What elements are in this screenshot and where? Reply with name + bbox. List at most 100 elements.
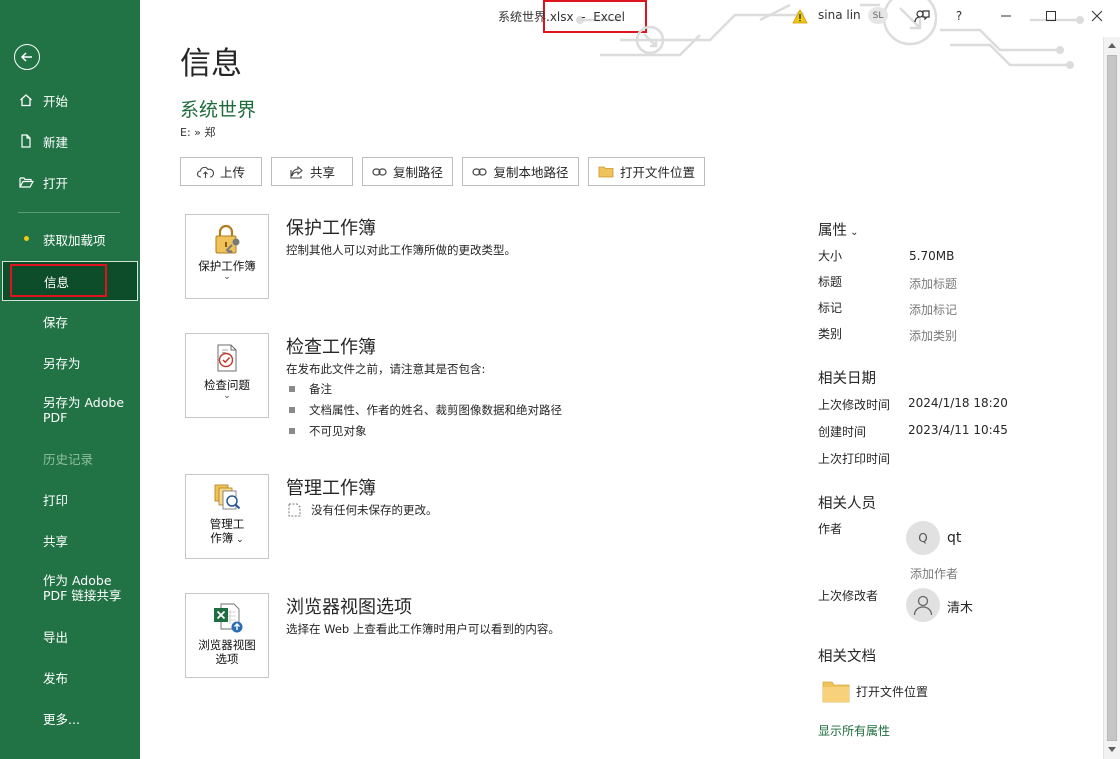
sidebar-item-label: 获取加载项: [43, 232, 106, 248]
sidebar-item-save-as[interactable]: 另存为: [0, 342, 140, 382]
sidebar-item-info[interactable]: 信息: [2, 261, 138, 301]
related-people-header: 相关人员: [818, 496, 876, 512]
scroll-down-icon[interactable]: [1108, 747, 1116, 752]
section-description: 没有任何未保存的更改。: [311, 503, 438, 517]
chevron-down-icon: ⌄: [223, 272, 231, 282]
browser-view-options-button[interactable]: 浏览器视图 选项: [185, 593, 269, 678]
home-icon: [18, 92, 34, 108]
back-button[interactable]: [14, 44, 40, 70]
browser-view-options-button-label: 浏览器视图 选项: [198, 638, 256, 666]
button-label-line2: 作簿: [210, 531, 234, 545]
warning-icon[interactable]: [790, 6, 810, 26]
add-title-field[interactable]: 添加标题: [909, 275, 957, 292]
sidebar-item-export[interactable]: 导出: [0, 616, 140, 656]
file-path-breadcrumb[interactable]: E: » 郑: [180, 124, 215, 140]
list-item-text: 不可见对象: [309, 424, 367, 438]
open-file-location-button[interactable]: 打开文件位置: [588, 157, 705, 186]
vertical-scrollbar[interactable]: [1103, 37, 1120, 759]
sidebar-item-label: 发布: [43, 670, 69, 686]
folder-icon: [598, 166, 614, 178]
modifier-name[interactable]: 清木: [947, 597, 973, 616]
cloud-upload-icon: [197, 166, 214, 178]
section-description: 选择在 Web 上查看此工作簿时用户可以看到的内容。: [286, 622, 560, 636]
sidebar-item-home[interactable]: 开始: [0, 80, 140, 120]
page-title: 信息: [180, 46, 242, 82]
add-author-link[interactable]: 添加作者: [910, 565, 958, 582]
sidebar-item-more[interactable]: 更多...: [0, 698, 140, 738]
date-label: 上次修改时间: [818, 398, 891, 412]
button-label-line2: 选项: [215, 652, 239, 666]
chevron-down-icon: ⌄: [223, 391, 231, 401]
document-dashed-icon: [288, 503, 301, 517]
section-title: 浏览器视图选项: [286, 597, 412, 618]
author-name[interactable]: qt: [947, 530, 961, 546]
window-title: 系统世界.xlsx - Excel: [498, 10, 625, 24]
section-title: 管理工作簿: [286, 478, 376, 499]
list-item: 文档属性、作者的姓名、裁剪图像数据和绝对路径: [289, 402, 562, 418]
sidebar-item-label: 共享: [43, 533, 69, 549]
account-avatar[interactable]: SL: [868, 7, 888, 24]
button-label-line1: 浏览器视图: [198, 638, 256, 652]
close-icon[interactable]: [1087, 6, 1107, 26]
open-file-location-link[interactable]: 打开文件位置: [822, 679, 928, 703]
sidebar-item-label: 打开: [43, 175, 69, 191]
list-item: 备注: [289, 381, 332, 397]
sidebar-item-get-addins[interactable]: 获取加载项: [0, 219, 140, 259]
sidebar-item-open[interactable]: 打开: [0, 162, 140, 202]
upload-button[interactable]: 上传: [180, 157, 262, 186]
scroll-up-icon[interactable]: [1108, 43, 1116, 48]
protect-workbook-button[interactable]: 保护工作簿 ⌄: [185, 214, 269, 299]
author-label: 作者: [818, 522, 843, 536]
sidebar-item-label: 导出: [43, 629, 69, 645]
arrow-left-icon: [20, 52, 32, 62]
minimize-icon[interactable]: [996, 6, 1016, 26]
sidebar-item-share-as-pdf-link[interactable]: 作为 Adobe PDF 链接共享: [0, 568, 140, 608]
property-label: 标记: [818, 301, 843, 315]
excel-web-icon: [214, 603, 243, 633]
add-tags-field[interactable]: 添加标记: [909, 301, 957, 318]
new-file-icon: [18, 133, 34, 149]
sidebar-item-label: 新建: [43, 134, 69, 150]
sidebar-item-label: 信息: [44, 274, 70, 290]
protect-workbook-button-label: 保护工作簿: [198, 259, 256, 273]
properties-header[interactable]: 属性 ⌄: [818, 219, 859, 240]
copy-local-path-button[interactable]: 复制本地路径: [462, 157, 579, 186]
add-category-field[interactable]: 添加类别: [909, 327, 957, 344]
date-label: 上次打印时间: [818, 452, 891, 466]
author-avatar[interactable]: Q: [906, 521, 940, 555]
feedback-icon[interactable]: [912, 6, 932, 26]
share-button[interactable]: 共享: [271, 157, 353, 186]
upload-button-label: 上传: [219, 165, 245, 180]
sidebar-item-label: 开始: [43, 93, 69, 109]
modifier-avatar[interactable]: [906, 588, 940, 622]
open-file-location-button-label: 打开文件位置: [619, 165, 695, 180]
person-icon: [913, 595, 933, 616]
scroll-thumb[interactable]: [1107, 55, 1117, 741]
lock-key-icon: [215, 224, 240, 254]
maximize-icon[interactable]: [1041, 6, 1061, 26]
help-button[interactable]: ?: [949, 6, 969, 26]
sidebar-item-print[interactable]: 打印: [0, 479, 140, 519]
sidebar-item-share[interactable]: 共享: [0, 520, 140, 560]
inspect-document-icon: [217, 344, 237, 372]
related-documents-header: 相关文档: [818, 649, 876, 665]
properties-header-label: 属性: [818, 223, 847, 239]
manage-workbook-button[interactable]: 管理工 作簿 ⌄: [185, 474, 269, 559]
show-all-properties-link[interactable]: 显示所有属性: [818, 722, 890, 739]
sidebar-item-save[interactable]: 保存: [0, 301, 140, 341]
list-item: 不可见对象: [289, 423, 367, 439]
check-for-issues-button[interactable]: 检查问题 ⌄: [185, 333, 269, 418]
sidebar-item-save-as-pdf[interactable]: 另存为 Adobe PDF: [0, 390, 140, 430]
sidebar-item-publish[interactable]: 发布: [0, 657, 140, 697]
sidebar-item-new[interactable]: 新建: [0, 121, 140, 161]
button-label-line1: 管理工: [209, 517, 245, 531]
list-item-text: 文档属性、作者的姓名、裁剪图像数据和绝对路径: [309, 403, 562, 417]
copy-path-button[interactable]: 复制路径: [362, 157, 453, 186]
sidebar-item-label: 打印: [43, 492, 69, 508]
title-bar: 系统世界.xlsx - Excel sina lin SL ?: [140, 0, 1120, 32]
sidebar-item-label-line1: 另存为 Adobe: [43, 395, 125, 410]
file-name: 系统世界: [180, 99, 257, 121]
link-icon: [472, 167, 488, 176]
account-name[interactable]: sina lin: [818, 8, 861, 22]
copy-local-path-button-label: 复制本地路径: [493, 165, 569, 180]
